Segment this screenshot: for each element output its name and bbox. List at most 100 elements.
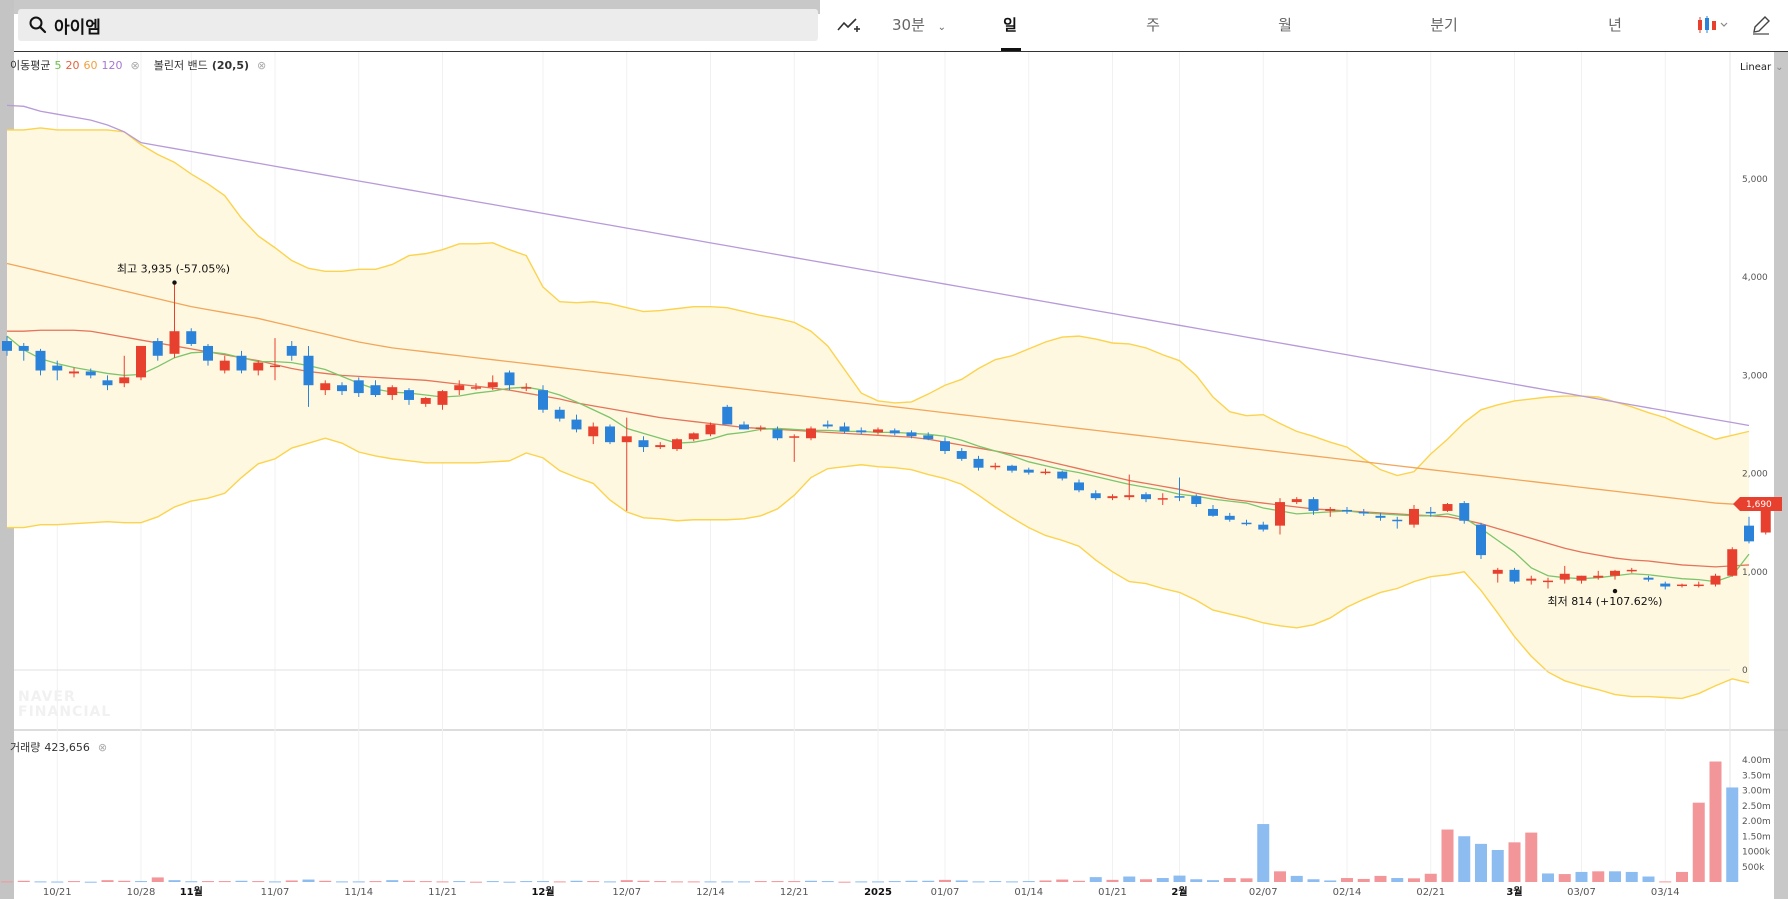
price-volume-chart[interactable]: 0 1,000 2,000 3,000 4,000 5,000 1,690 최고 3,935 … [0,0,1788,899]
volume-bar [486,881,499,883]
volume-bar [1324,880,1337,882]
volume-bar [135,881,147,883]
volume-tick-label: 1000k [1742,848,1771,858]
volume-bar [419,881,432,883]
volume-legend: 거래량 423,656 ⊗ [10,739,107,755]
ma5-legend: 5 [54,58,62,72]
candle-body [940,441,950,452]
candle-body [1610,570,1620,576]
candle-body [839,426,850,432]
candle-body [588,426,599,437]
volume-bar [1575,871,1588,882]
x-tick-label: 02/21 [1416,887,1445,898]
volume-bar [17,880,30,882]
scale-mode-dropdown[interactable]: Linear ⌄ [1740,62,1783,73]
volume-bar [1274,871,1286,882]
low-annotation: 최저 814 (+107.62%) [1548,595,1663,608]
volume-bar [185,881,198,883]
volume-bar [922,880,935,882]
close-bb-icon[interactable]: ⊗ [257,59,266,72]
price-tick-label: 1,000 [1742,568,1768,578]
candle-body [102,380,113,386]
volume-bar [1190,879,1203,882]
volume-bar [587,881,600,883]
volume-bar [386,880,399,882]
x-tick-label: 3월 [1506,886,1522,898]
x-tick-label: 02/14 [1333,887,1362,898]
bb-legend-params: (20,5) [211,58,250,72]
candle-body [1559,573,1570,580]
candle-body [487,382,498,388]
close-volume-icon[interactable]: ⊗ [98,741,107,754]
x-tick-label: 01/14 [1014,887,1043,898]
volume-bar [1240,878,1253,882]
volume-bar [369,881,382,883]
volume-bar [1508,842,1521,882]
candle-body [286,345,297,356]
close-ma-icon[interactable]: ⊗ [130,59,139,72]
price-tick-label: 2,000 [1742,470,1768,480]
candle-body [1425,511,1436,514]
candle-body [1090,493,1101,499]
x-tick-label: 10/21 [43,887,72,898]
candle-body [320,383,331,391]
candle-body [236,355,247,371]
candle-body [772,429,783,439]
candle-body [1509,569,1520,582]
candle-body [1727,549,1738,576]
volume-tick-label: 3.00m [1742,787,1771,797]
candle-body [1660,583,1671,587]
candle-body [136,345,146,378]
x-tick-label: 12/14 [696,887,725,898]
volume-bar [403,880,415,882]
volume-bar [1692,802,1705,882]
volume-bar [1408,878,1420,882]
candle-body [1074,482,1084,491]
candle-body [755,427,766,429]
extreme-marker [1612,588,1618,594]
volume-bar [1257,824,1270,882]
candle-body [1643,577,1654,580]
volume-bar [1006,881,1018,883]
candle-body [554,409,565,419]
candle-body [789,436,800,438]
volume-bar [1341,878,1353,882]
candle-body [1677,584,1687,587]
watermark-line-2: FINANCIAL [18,704,112,720]
volume-bar [1592,871,1605,882]
candle-body [873,429,883,433]
candle-body [1241,522,1252,525]
volume-bar [235,880,248,882]
naver-financial-watermark: NAVER FINANCIAL [18,690,111,720]
volume-bar [1,881,13,883]
x-tick-label: 10/28 [127,887,156,898]
x-tick-label: 01/07 [931,887,960,898]
volume-bar [1676,871,1688,882]
volume-bar [671,881,683,883]
x-tick-label: 2025 [864,887,892,898]
candle-body [437,391,448,405]
volume-bar [1558,874,1571,882]
candle-body [1392,519,1403,522]
candle-body [806,428,816,439]
candle-body [605,426,615,443]
volume-bar [202,881,214,883]
volume-bar [788,881,801,883]
x-tick-label: 11/21 [428,887,457,898]
candle-body [1157,498,1168,500]
volume-bar [1542,873,1554,882]
indicator-legend: 이동평균 5 20 60 120 ⊗ 볼린저 밴드 (20,5) ⊗ [10,57,266,73]
volume-bar [738,881,750,883]
candle-body [387,387,398,396]
candle-body [1107,496,1118,499]
volume-bar [453,881,466,883]
candle-body [621,436,632,443]
candle-body [35,350,46,371]
candle-body [688,433,699,440]
candle-body [1191,496,1202,505]
candle-body [956,451,967,459]
volume-tick-label: 3.50m [1742,771,1771,781]
candle-body [722,406,733,425]
extreme-marker [172,280,177,285]
volume-bar [1290,875,1303,882]
